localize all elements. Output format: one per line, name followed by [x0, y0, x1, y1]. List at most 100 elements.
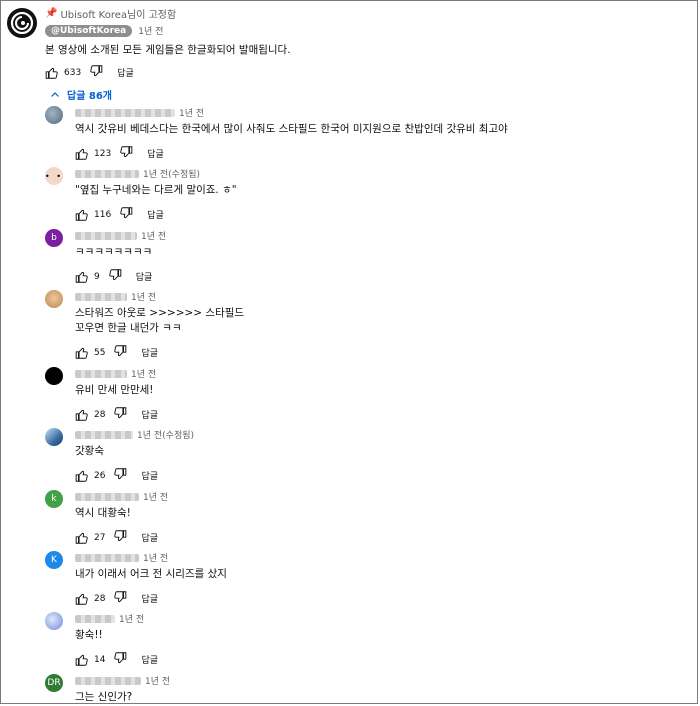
comment-time[interactable]: 1년 전 — [179, 106, 204, 119]
username-blurred[interactable] — [75, 676, 141, 685]
user-avatar[interactable]: b — [45, 229, 63, 247]
avatar-letter: DR — [47, 678, 61, 688]
reply-button[interactable]: 답글 — [117, 66, 134, 79]
user-avatar[interactable]: K — [45, 551, 63, 569]
user-avatar[interactable] — [45, 428, 63, 446]
like-button[interactable]: 633 — [45, 66, 81, 80]
reply-actions: 116 답글 — [75, 206, 164, 223]
like-button[interactable]: 26 — [75, 469, 105, 483]
pin-icon: 📌 — [45, 8, 58, 19]
comment-time[interactable]: 1년 전 — [138, 24, 163, 37]
thumbs-up-icon — [75, 532, 88, 544]
dislike-button[interactable] — [89, 64, 103, 81]
like-button[interactable]: 27 — [75, 531, 105, 545]
dislike-button[interactable] — [108, 268, 122, 285]
thumbs-up-icon — [75, 654, 88, 666]
reply-button[interactable]: 답글 — [147, 147, 164, 160]
username-blurred[interactable] — [75, 614, 115, 623]
username-blurred[interactable] — [75, 169, 139, 178]
username-blurred[interactable] — [75, 108, 175, 117]
thumbs-down-icon — [120, 146, 133, 158]
username-blurred[interactable] — [75, 430, 133, 439]
avatar-letter: b — [51, 233, 57, 243]
reply-meta: 1년 전 — [75, 106, 204, 119]
user-avatar[interactable]: k — [45, 490, 63, 508]
user-avatar[interactable] — [45, 367, 63, 385]
thumbs-up-icon — [75, 470, 88, 482]
dislike-button[interactable] — [113, 406, 127, 423]
user-avatar[interactable]: DR — [45, 674, 63, 692]
dislike-button[interactable] — [113, 344, 127, 361]
like-count: 28 — [94, 593, 106, 604]
reply-text: 유비 만세 만만세! — [75, 384, 154, 396]
user-avatar[interactable]: • • — [45, 167, 63, 185]
user-avatar[interactable] — [45, 290, 63, 308]
reply-button[interactable]: 답글 — [136, 270, 153, 283]
comment-time[interactable]: 1년 전 — [131, 367, 156, 380]
like-count: 116 — [94, 209, 112, 220]
reply-meta: 1년 전 — [75, 674, 170, 687]
reply-actions: 14 답글 — [75, 651, 158, 668]
username-blurred[interactable] — [75, 553, 139, 562]
ubisoft-logo-icon — [10, 11, 34, 35]
like-button[interactable]: 28 — [75, 592, 105, 606]
comment-time[interactable]: 1년 전 — [143, 551, 168, 564]
reply-meta: 1년 전 — [75, 367, 156, 380]
comment-time[interactable]: 1년 전 — [145, 674, 170, 687]
reply-button[interactable]: 답글 — [141, 531, 158, 544]
user-avatar[interactable] — [45, 612, 63, 630]
pinned-comment-text: 본 영상에 소개된 모든 게임들은 한글화되어 발매됩니다. — [45, 44, 291, 56]
dislike-button[interactable] — [113, 590, 127, 607]
user-avatar[interactable] — [45, 106, 63, 124]
pinned-text: Ubisoft Korea님이 고정함 — [60, 10, 177, 21]
channel-handle[interactable]: @UbisoftKorea — [45, 24, 133, 37]
dislike-button[interactable] — [119, 145, 133, 162]
comment-time[interactable]: 1년 전 — [143, 490, 168, 503]
comment-time[interactable]: 1년 전(수정됨) — [143, 167, 200, 180]
pinned-actions: 633 답글 — [45, 64, 134, 81]
reply-button[interactable]: 답글 — [141, 408, 158, 421]
dislike-button[interactable] — [113, 651, 127, 668]
reply-button[interactable]: 답글 — [141, 346, 158, 359]
username-blurred[interactable] — [75, 369, 127, 378]
ubisoft-avatar[interactable] — [7, 8, 37, 38]
like-button[interactable]: 116 — [75, 208, 111, 222]
reply-actions: 123 답글 — [75, 145, 164, 162]
like-button[interactable]: 123 — [75, 147, 111, 161]
reply-text: 역시 대황숙! — [75, 507, 131, 519]
reply-text: 황숙!! — [75, 629, 103, 641]
reply-button[interactable]: 답글 — [147, 208, 164, 221]
comment-time[interactable]: 1년 전 — [141, 229, 166, 242]
comment-time[interactable]: 1년 전 — [119, 612, 144, 625]
like-button[interactable]: 28 — [75, 408, 105, 422]
thumbs-down-icon — [114, 530, 127, 542]
dislike-button[interactable] — [119, 206, 133, 223]
reply-button[interactable]: 답글 — [141, 592, 158, 605]
like-button[interactable]: 9 — [75, 270, 100, 284]
reply-button[interactable]: 답글 — [141, 469, 158, 482]
pinned-label: 📌 Ubisoft Korea님이 고정함 — [45, 6, 176, 21]
username-blurred[interactable] — [75, 292, 127, 301]
like-button[interactable]: 14 — [75, 653, 105, 667]
like-count: 55 — [94, 347, 106, 358]
like-count: 123 — [94, 148, 112, 159]
reply-text: "옆집 누구네와는 다르게 말이죠. ㅎ" — [75, 184, 237, 196]
comment-time[interactable]: 1년 전 — [131, 290, 156, 303]
thumbs-down-icon — [90, 65, 103, 77]
reply-meta: 1년 전 — [75, 229, 166, 242]
reply-actions: 55 답글 — [75, 344, 158, 361]
comment-time[interactable]: 1년 전(수정됨) — [137, 428, 194, 441]
thumbs-down-icon — [114, 407, 127, 419]
reply-text: 스타워즈 아웃로 >>>>>> 스타필드 꼬우면 한글 내던가 ㅋㅋ — [75, 307, 245, 334]
like-button[interactable]: 55 — [75, 346, 105, 360]
replies-toggle[interactable]: 답글 86개 — [49, 87, 112, 102]
username-blurred[interactable] — [75, 492, 139, 501]
dislike-button[interactable] — [113, 467, 127, 484]
like-count: 9 — [94, 271, 100, 282]
dislike-button[interactable] — [113, 529, 127, 546]
reply-actions: 28 답글 — [75, 406, 158, 423]
reply-meta: 1년 전 — [75, 612, 144, 625]
reply-actions: 9 답글 — [75, 268, 152, 285]
username-blurred[interactable] — [75, 231, 137, 240]
reply-button[interactable]: 답글 — [141, 653, 158, 666]
